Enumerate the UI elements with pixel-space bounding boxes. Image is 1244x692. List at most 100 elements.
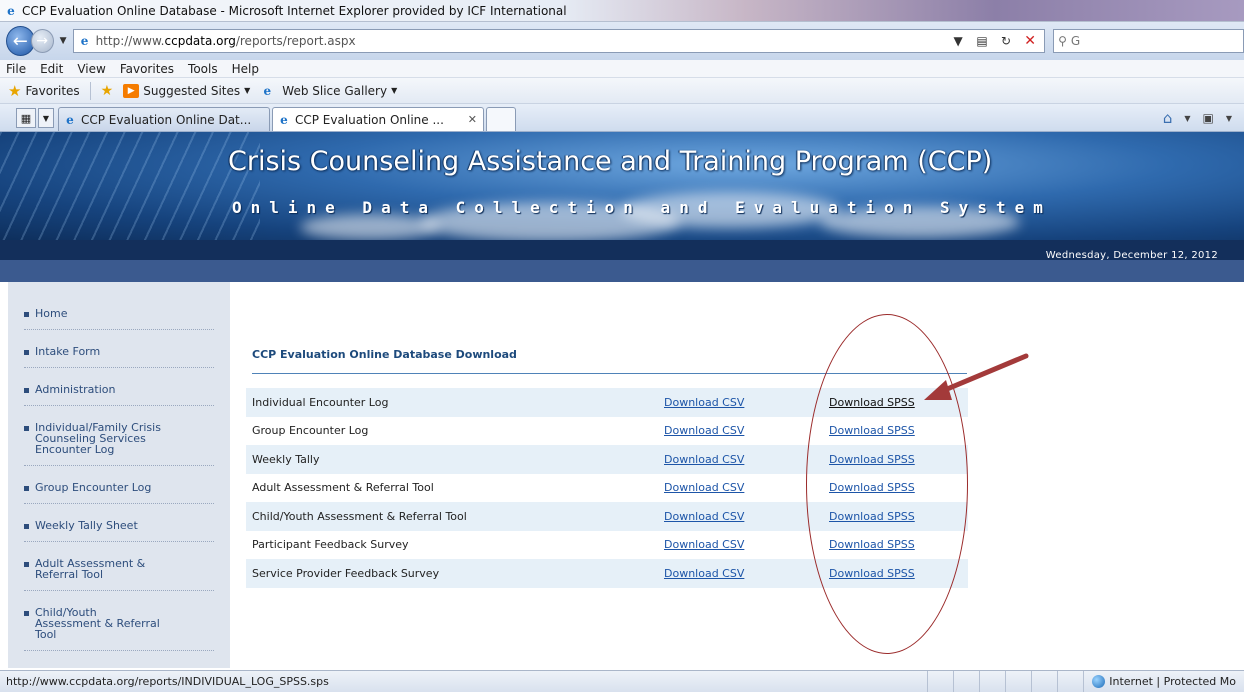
bullet-icon: [24, 350, 29, 355]
chevron-down-icon: ▼: [244, 86, 251, 95]
row-name: Individual Encounter Log: [246, 388, 658, 417]
tab-ccp-1[interactable]: e CCP Evaluation Online Dat...: [58, 107, 270, 131]
status-url: http://www.ccpdata.org/reports/INDIVIDUA…: [6, 675, 329, 688]
tab-label: CCP Evaluation Online Dat...: [81, 112, 252, 127]
tab-ccp-2[interactable]: e CCP Evaluation Online ... ✕: [272, 107, 484, 131]
status-cell: [1031, 671, 1057, 692]
sidebar-item-label: Administration: [35, 383, 116, 396]
sidebar-item-label: Weekly Tally Sheet: [35, 519, 138, 532]
menu-tools[interactable]: Tools: [188, 62, 218, 76]
address-domain: ccpdata.org: [164, 34, 236, 48]
row-name: Participant Feedback Survey: [252, 538, 409, 552]
close-tab-icon[interactable]: ✕: [468, 113, 477, 126]
row-name: Child/Youth Assessment & Referral Tool: [246, 502, 658, 531]
download-csv-link[interactable]: Download CSV: [664, 510, 744, 523]
bullet-icon: [24, 524, 29, 529]
menu-view[interactable]: View: [77, 62, 105, 76]
sidebar-item-adult-assessment[interactable]: Adult Assessment & Referral Tool: [24, 554, 214, 591]
ie-logo-icon: e: [7, 3, 15, 18]
chevron-down-icon[interactable]: ▼: [1226, 114, 1232, 123]
forward-button[interactable]: →: [30, 29, 54, 53]
sidebar-item-label: Group Encounter Log: [35, 481, 152, 494]
address-dropdown-icon[interactable]: ▼: [948, 31, 968, 51]
sidebar-item-intake-form[interactable]: Intake Form: [24, 342, 214, 368]
chevron-down-icon[interactable]: ▼: [1184, 114, 1190, 123]
web-slice-gallery-label: Web Slice Gallery: [282, 83, 388, 98]
bullet-icon: [24, 611, 29, 616]
favorites-label: Favorites: [25, 83, 80, 98]
sidebar-item-label: Adult Assessment & Referral Tool: [35, 557, 146, 581]
tab-label: CCP Evaluation Online ...: [295, 112, 444, 127]
download-csv-link[interactable]: Download CSV: [664, 453, 744, 466]
sidebar-item-administration[interactable]: Administration: [24, 380, 214, 406]
bullet-icon: [24, 486, 29, 491]
favorites-button[interactable]: ★ Favorites: [8, 82, 80, 100]
history-dropdown-icon[interactable]: ▼: [60, 36, 67, 46]
web-slice-gallery-button[interactable]: e Web Slice Gallery ▼: [260, 84, 397, 98]
sidebar-item-label: Intake Form: [35, 345, 101, 358]
security-zone-label: Internet | Protected Mo: [1109, 675, 1236, 688]
search-icon: ⚲: [1058, 34, 1067, 48]
status-bar: http://www.ccpdata.org/reports/INDIVIDUA…: [0, 670, 1244, 692]
download-csv-link[interactable]: Download CSV: [664, 538, 744, 551]
new-tab-button[interactable]: [486, 107, 516, 131]
quick-tabs-icon[interactable]: ▦: [16, 108, 36, 128]
row-name: Service Provider Feedback Survey: [246, 559, 658, 588]
bullet-icon: [24, 562, 29, 567]
sidebar-item-label: Child/Youth Assessment & Referral Tool: [35, 606, 160, 641]
divider: [89, 81, 91, 100]
sidebar-item-label: Home: [35, 307, 68, 320]
tab-list-dropdown-icon[interactable]: ▼: [38, 108, 54, 128]
sidebar-item-group-encounter-log[interactable]: Group Encounter Log: [24, 478, 214, 504]
address-bar[interactable]: e http://www. ccpdata.org/reports/report.…: [72, 29, 1046, 53]
download-csv-link[interactable]: Download CSV: [664, 396, 744, 409]
bullet-icon: [24, 312, 29, 317]
menu-bar: File Edit View Favorites Tools Help: [0, 60, 1244, 78]
security-zone[interactable]: Internet | Protected Mo: [1083, 671, 1244, 692]
download-csv-link[interactable]: Download CSV: [664, 567, 744, 580]
compatibility-view-icon[interactable]: ▤: [972, 31, 992, 51]
feeds-icon[interactable]: ▣: [1203, 111, 1214, 125]
annotation-arrow: [924, 353, 1029, 400]
suggested-sites-button[interactable]: ▶ Suggested Sites ▼: [123, 83, 251, 98]
suggested-sites-label: Suggested Sites: [143, 83, 241, 98]
search-text: G: [1070, 34, 1081, 48]
favorites-bar: ★ Favorites ★ ▶ Suggested Sites ▼ e Web …: [0, 78, 1244, 104]
bullet-icon: [24, 426, 29, 431]
status-cell: [953, 671, 979, 692]
ie-logo-icon: e: [280, 112, 288, 127]
menu-file[interactable]: File: [6, 62, 26, 76]
search-box[interactable]: ⚲ G: [1053, 29, 1244, 53]
suggested-sites-icon: ▶: [123, 83, 140, 98]
row-name: Adult Assessment & Referral Tool: [252, 481, 434, 495]
sidebar-item-label: Individual/Family Crisis Counseling Serv…: [35, 421, 161, 456]
status-cell: [1057, 671, 1083, 692]
menu-favorites[interactable]: Favorites: [120, 62, 174, 76]
sidebar-item-child-youth-assessment[interactable]: Child/Youth Assessment & Referral Tool: [24, 603, 214, 651]
header-strip: [0, 260, 1244, 282]
site-banner: Crisis Counseling Assistance and Trainin…: [0, 132, 1244, 240]
status-cell: [1005, 671, 1031, 692]
menu-help[interactable]: Help: [232, 62, 259, 76]
sidebar-item-weekly-tally-sheet[interactable]: Weekly Tally Sheet: [24, 516, 214, 542]
page-icon: e: [80, 34, 89, 48]
banner-title: Crisis Counseling Assistance and Trainin…: [228, 146, 993, 177]
download-csv-link[interactable]: Download CSV: [664, 481, 744, 494]
banner-subtitle: Online Data Collection and Evaluation Sy…: [232, 198, 1052, 217]
refresh-icon[interactable]: ↻: [996, 31, 1016, 51]
download-csv-link[interactable]: Download CSV: [664, 424, 744, 437]
sidebar-item-individual-encounter-log[interactable]: Individual/Family Crisis Counseling Serv…: [24, 418, 214, 466]
chevron-down-icon: ▼: [391, 86, 398, 95]
menu-edit[interactable]: Edit: [40, 62, 63, 76]
banner-cloud: [300, 214, 440, 240]
stop-icon[interactable]: ✕: [1020, 31, 1040, 51]
banner-decoration: [0, 132, 260, 240]
favorites-star-icon: ★: [8, 81, 22, 100]
page-title: CCP Evaluation Online Database Download: [252, 348, 517, 361]
add-favorite-icon[interactable]: ★: [101, 83, 114, 99]
home-icon[interactable]: ⌂: [1163, 109, 1173, 127]
address-path: /reports/report.aspx: [235, 34, 356, 48]
sidebar-item-home[interactable]: Home: [24, 304, 214, 330]
row-name: Weekly Tally: [246, 445, 658, 474]
window-title: CCP Evaluation Online Database - Microso…: [22, 3, 567, 18]
